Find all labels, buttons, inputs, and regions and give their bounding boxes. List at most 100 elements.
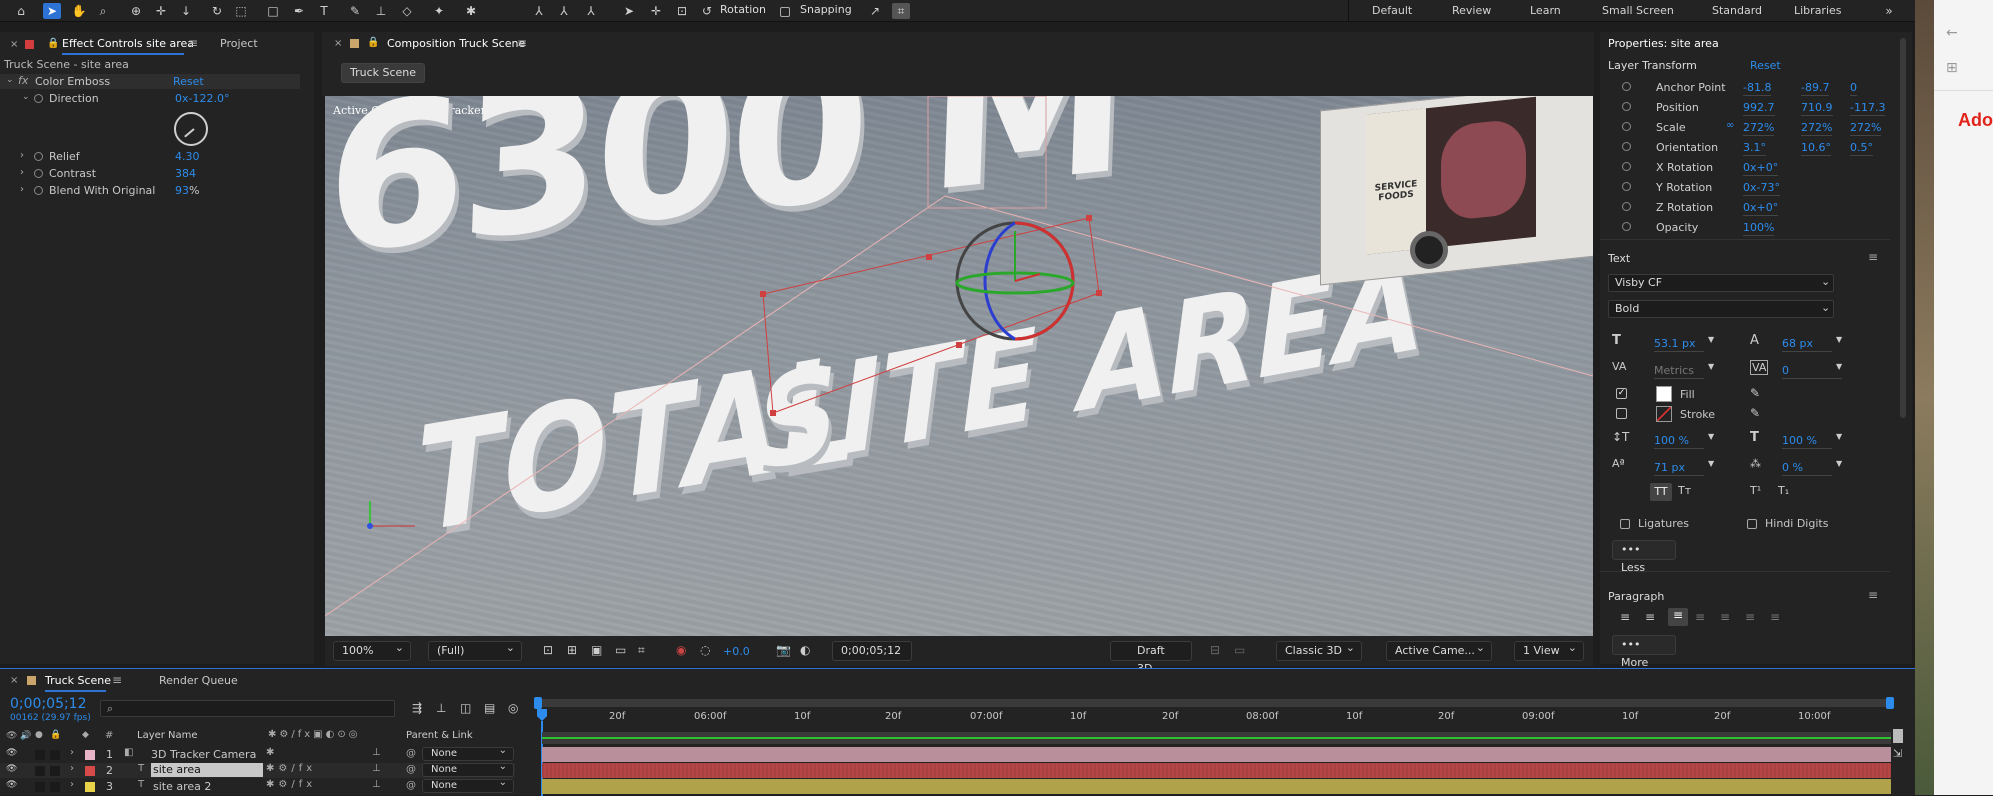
- param-value-relief[interactable]: 4.30: [175, 150, 200, 163]
- apps-grid-icon[interactable]: ⊞: [1946, 60, 1958, 76]
- stopwatch-icon[interactable]: [1622, 101, 1631, 114]
- rectangle-tool-icon[interactable]: □: [264, 3, 282, 19]
- pickwhip-icon[interactable]: @: [406, 780, 416, 791]
- font-style-dropdown[interactable]: Bold: [1608, 300, 1834, 318]
- workspace-learn[interactable]: Learn: [1530, 4, 1561, 17]
- anchor-y[interactable]: -89.7: [1801, 81, 1830, 96]
- stopwatch-icon[interactable]: [34, 168, 43, 181]
- fill-color-swatch[interactable]: [1656, 386, 1672, 402]
- snap-options-icon[interactable]: ↗: [866, 3, 884, 19]
- select-3d-icon[interactable]: ➤: [620, 3, 638, 19]
- zoom-dropdown[interactable]: 100%: [333, 639, 411, 661]
- dropdown-arrow-icon[interactable]: ▼: [1836, 362, 1842, 371]
- time-ruler[interactable]: 20f 06:00f 10f 20f 07:00f 10f 20f 08:00f…: [536, 709, 1892, 729]
- frame-blending-icon[interactable]: ▤: [484, 701, 495, 715]
- shy-layers-icon[interactable]: ◫: [460, 701, 471, 715]
- pen-tool-icon[interactable]: ✒: [290, 3, 308, 19]
- effect-row-color-emboss[interactable]: ⌄ fx Color Emboss Reset: [0, 74, 300, 89]
- text-section-menu-icon[interactable]: ≡: [1868, 250, 1878, 264]
- stopwatch-icon[interactable]: [34, 185, 43, 198]
- lock-toggle[interactable]: [50, 766, 60, 776]
- stopwatch-icon[interactable]: [1622, 141, 1631, 154]
- stroke-color-swatch[interactable]: [1656, 406, 1672, 422]
- solo-toggle[interactable]: [35, 766, 45, 776]
- layer-switches[interactable]: ✱⚙/fx: [266, 763, 316, 774]
- comp-breadcrumb-button[interactable]: Truck Scene: [341, 63, 426, 83]
- rotate-tool-icon[interactable]: ↻: [208, 3, 226, 19]
- dolly-camera-icon[interactable]: ↓: [177, 3, 195, 19]
- panel-menu-icon[interactable]: ≡: [517, 36, 527, 50]
- work-area-bar[interactable]: [536, 699, 1892, 707]
- position-y[interactable]: 710.9: [1801, 101, 1833, 116]
- anchor-x[interactable]: -81.8: [1743, 81, 1772, 96]
- visibility-eye-icon[interactable]: 👁: [6, 764, 17, 774]
- grid-icon[interactable]: ⊞: [567, 643, 577, 657]
- tab-timeline[interactable]: Truck Scene: [45, 674, 111, 687]
- rotation-label[interactable]: Rotation: [720, 3, 766, 16]
- brush-tool-icon[interactable]: ✎: [346, 3, 364, 19]
- expand-chevron-icon[interactable]: ⌄: [22, 92, 30, 102]
- fill-eyedropper-icon[interactable]: ✎: [1750, 386, 1760, 400]
- y-rotation-value[interactable]: 0x-73°: [1743, 181, 1780, 196]
- reset-exposure-icon[interactable]: ◌: [700, 643, 710, 657]
- ligatures-checkbox[interactable]: [1620, 519, 1630, 529]
- resolution-dropdown[interactable]: (Full): [428, 639, 522, 661]
- close-panel-icon[interactable]: ×: [10, 675, 18, 686]
- snapping-checkbox[interactable]: [780, 5, 790, 18]
- reset-effect-button[interactable]: Reset: [173, 75, 204, 88]
- workspace-small-screen[interactable]: Small Screen: [1602, 4, 1674, 17]
- small-caps-button[interactable]: Tт: [1678, 484, 1691, 497]
- parent-dropdown[interactable]: None: [422, 745, 514, 761]
- collapse-chevron-icon[interactable]: ›: [20, 150, 24, 161]
- time-navigator-icon[interactable]: ⇲: [1893, 747, 1902, 760]
- all-caps-button[interactable]: TT: [1650, 483, 1672, 501]
- scale-z[interactable]: 272%: [1850, 121, 1882, 136]
- tab-render-queue[interactable]: Render Queue: [159, 674, 238, 687]
- lock-icon[interactable]: 🔒: [47, 38, 59, 49]
- tracking-value[interactable]: 0: [1782, 364, 1842, 379]
- scale-x[interactable]: 272%: [1743, 121, 1775, 136]
- puppet-tool-icon[interactable]: ✱: [462, 3, 480, 19]
- work-area-start-handle[interactable]: [534, 697, 542, 709]
- rotation-icon[interactable]: ↺: [698, 3, 716, 19]
- orientation-z[interactable]: 0.5°: [1850, 141, 1873, 156]
- justify-center-icon[interactable]: ≡: [1720, 610, 1730, 624]
- work-area-end-handle[interactable]: [1886, 697, 1894, 709]
- visibility-eye-icon[interactable]: 👁: [6, 780, 17, 790]
- collapse-chevron-icon[interactable]: ›: [20, 184, 24, 195]
- draft-3d-icon[interactable]: ⊥: [436, 701, 446, 715]
- hindi-digits-checkbox[interactable]: [1747, 519, 1757, 529]
- color-channels-icon[interactable]: ◉: [676, 643, 686, 657]
- paragraph-section-menu-icon[interactable]: ≡: [1868, 588, 1878, 602]
- draft-3d-toggle[interactable]: Draft 3D: [1110, 641, 1192, 675]
- workspace-review[interactable]: Review: [1452, 4, 1491, 17]
- timeline-current-time[interactable]: 0;00;05;12: [10, 696, 87, 712]
- reset-transform-button[interactable]: Reset: [1750, 59, 1781, 72]
- transparency-grid-icon[interactable]: ⌗: [638, 643, 645, 658]
- less-button[interactable]: ••• Less: [1612, 540, 1676, 574]
- region-of-interest-icon[interactable]: ▭: [615, 643, 626, 657]
- stopwatch-icon[interactable]: [1622, 181, 1631, 194]
- properties-scrollbar[interactable]: [1900, 38, 1906, 418]
- x-rotation-value[interactable]: 0x+0°: [1743, 161, 1779, 176]
- dropdown-arrow-icon[interactable]: ▼: [1836, 335, 1842, 344]
- layer-duration-bar[interactable]: [542, 747, 1891, 762]
- justify-all-icon[interactable]: ≡: [1770, 610, 1780, 624]
- stopwatch-icon[interactable]: [1622, 221, 1631, 234]
- param-value-contrast[interactable]: 384: [175, 167, 196, 180]
- stopwatch-icon[interactable]: [1622, 81, 1631, 94]
- view-layout-dropdown[interactable]: 1 View: [1514, 639, 1584, 661]
- parent-switch-icon[interactable]: ⊥: [372, 747, 381, 758]
- panel-menu-icon[interactable]: ≡: [188, 36, 198, 50]
- position-z[interactable]: -117.3: [1850, 101, 1886, 116]
- anchor-z[interactable]: 0: [1850, 81, 1857, 96]
- lock-icon[interactable]: 🔒: [367, 37, 379, 48]
- dropdown-arrow-icon[interactable]: ▼: [1708, 459, 1714, 468]
- leading-value[interactable]: 68 px: [1782, 337, 1832, 352]
- close-panel-icon[interactable]: ×: [10, 39, 18, 50]
- extended-viewer-icon[interactable]: ⊟: [1210, 643, 1220, 657]
- zoom-tool-icon[interactable]: ⌕: [94, 3, 112, 19]
- workspace-standard[interactable]: Standard: [1712, 4, 1762, 17]
- layer-name[interactable]: 3D Tracker Camera: [151, 748, 256, 761]
- subscript-button[interactable]: T₁: [1778, 484, 1789, 497]
